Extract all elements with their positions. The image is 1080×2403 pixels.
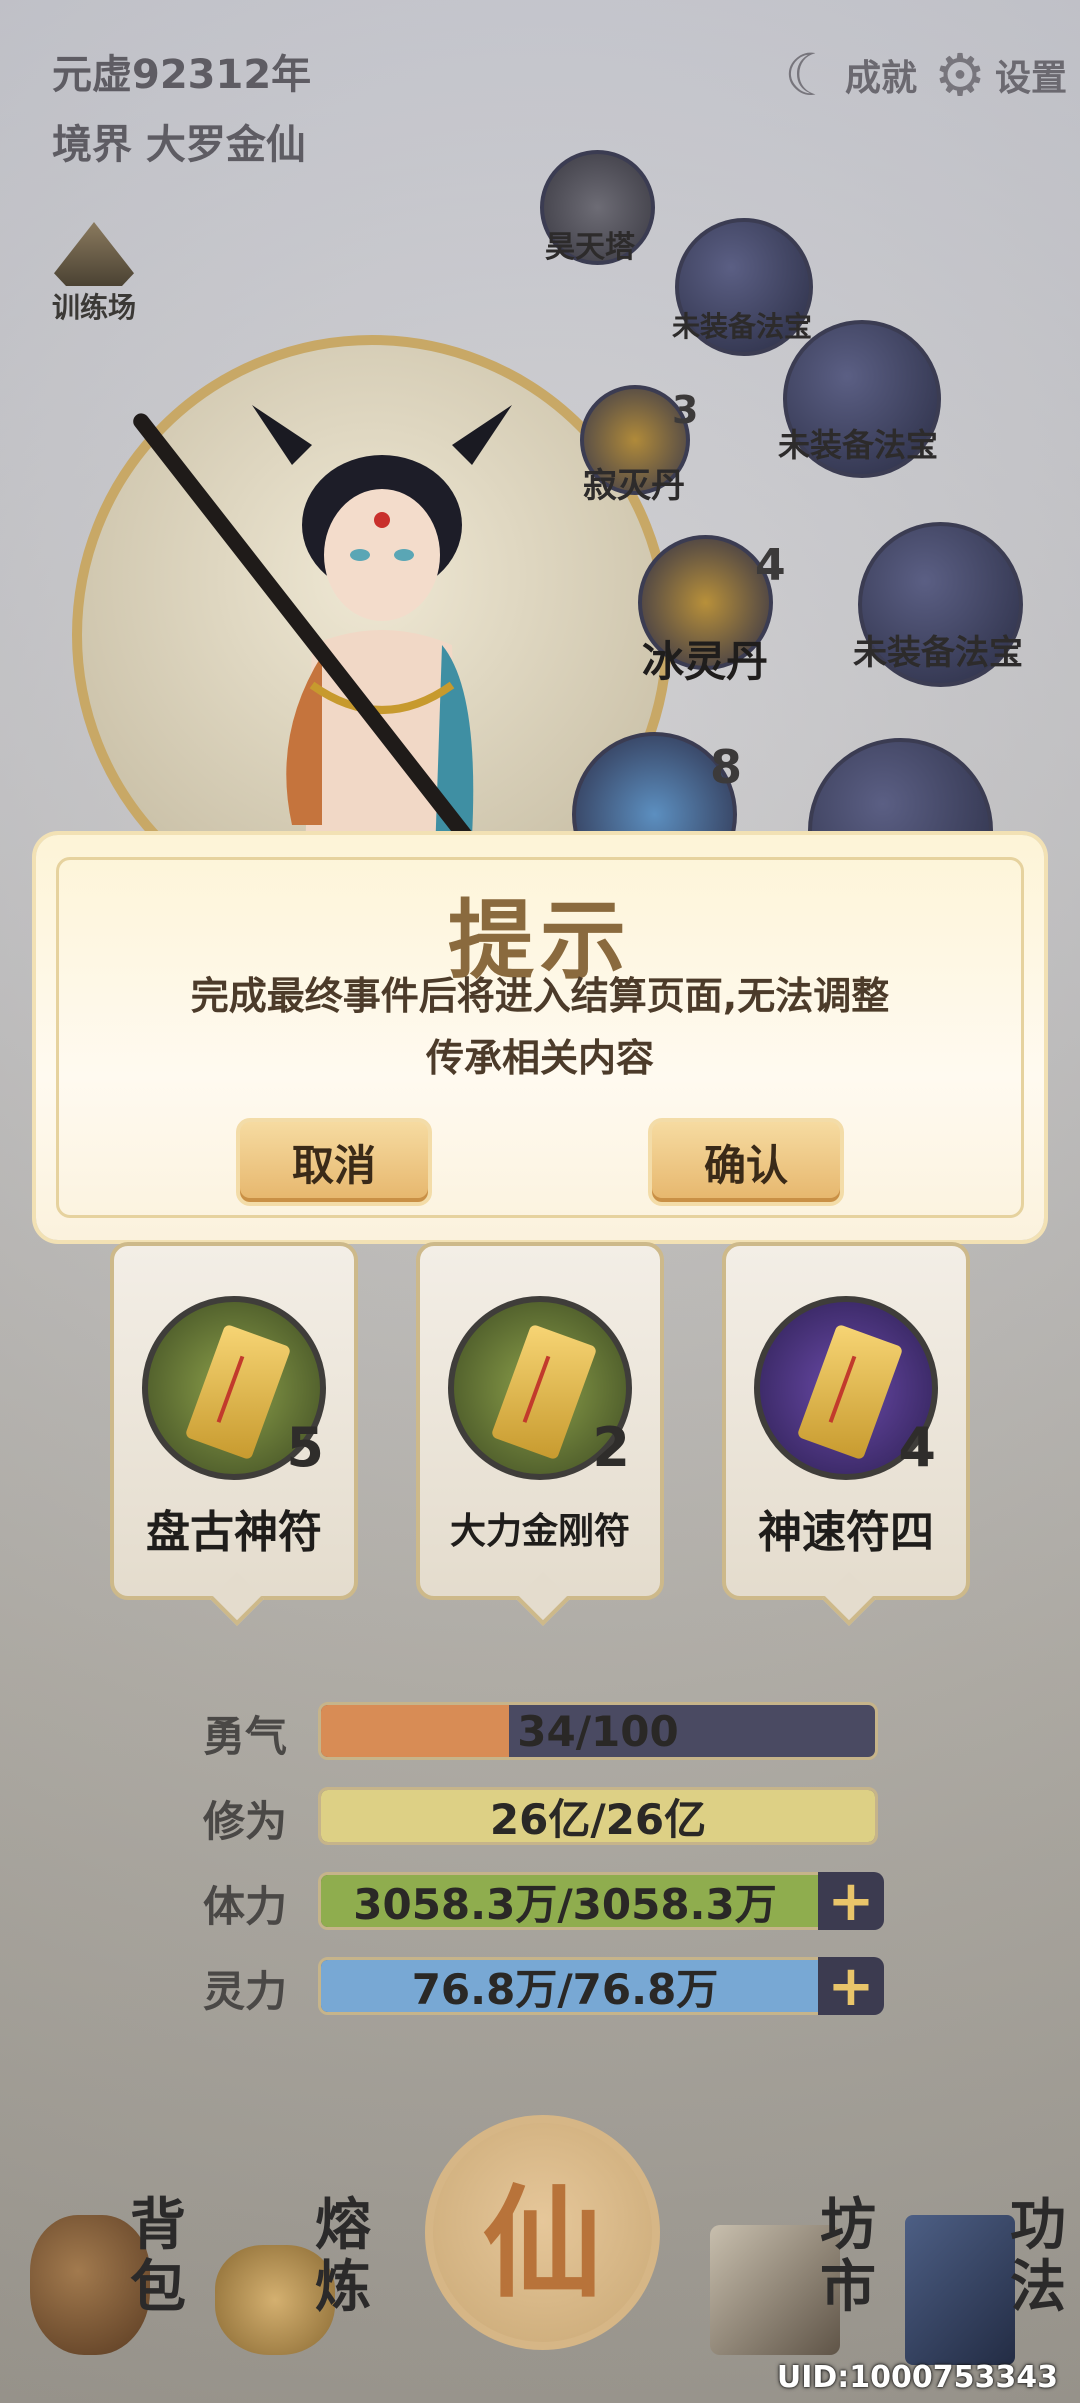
straw-hat-icon [54, 222, 134, 286]
achievements-button[interactable]: ☾ 成就 [775, 40, 917, 110]
nav-bag-button[interactable]: 背包 [20, 2185, 190, 2385]
header-info: 元虚92312年 境界 大罗金仙 [52, 40, 311, 180]
nav-market-button[interactable]: 坊市 [705, 2185, 885, 2385]
confirm-button[interactable]: 确认 [648, 1118, 844, 1206]
spirit-value: 76.8万/76.8万 [411, 1964, 719, 2014]
talisman-card-1[interactable]: 5 盘古神符 [110, 1242, 358, 1600]
stat-label-courage: 勇气 [203, 1712, 288, 1761]
talisman-count: 5 [286, 1416, 324, 1479]
nav-market-label: 坊市 [820, 2193, 876, 2320]
stamina-bar: 3058.3万/3058.3万 [318, 1872, 878, 1930]
stat-label-spirit: 灵力 [203, 1967, 288, 2016]
talisman-card-2[interactable]: 2 大力金刚符 [416, 1242, 664, 1600]
artifact-slot-1-label: 昊天塔 [545, 230, 635, 265]
artifact-slot-7-count: 8 [710, 740, 743, 794]
stat-label-stamina: 体力 [203, 1882, 288, 1931]
artifact-slot-6-label: 未装备法宝 [853, 633, 1023, 673]
talisman-count: 4 [898, 1416, 936, 1479]
artifact-slot-2-label: 未装备法宝 [672, 310, 813, 343]
cultivation-bar: 26亿/26亿 [318, 1787, 878, 1845]
talisman-name: 盘古神符 [146, 1507, 322, 1558]
dialog-message-line-2: 传承相关内容 [425, 1036, 654, 1080]
realm-text: 境界 大罗金仙 [52, 122, 306, 168]
achievements-label: 成就 [845, 58, 918, 99]
courage-bar: 34/100 [318, 1702, 878, 1760]
talisman-card-3[interactable]: 4 神速符四 [722, 1242, 970, 1600]
confirm-dialog: 提示 完成最终事件后将进入结算页面,无法调整 传承相关内容 取消 确认 [36, 835, 1044, 1240]
cultivation-value: 26亿/26亿 [489, 1794, 707, 1844]
add-stamina-button[interactable]: + [818, 1869, 884, 1934]
gear-icon: ⚙ [934, 41, 986, 109]
talisman-count: 2 [592, 1416, 630, 1479]
courage-value: 34/100 [517, 1706, 679, 1756]
stamina-value: 3058.3万/3058.3万 [353, 1879, 777, 1929]
dialog-message-line-1: 完成最终事件后将进入结算页面,无法调整 [190, 974, 890, 1018]
nav-refine-label: 熔炼 [315, 2193, 371, 2320]
training-ground-button[interactable]: 训练场 [52, 222, 136, 326]
spirit-bar: 76.8万/76.8万 [318, 1957, 878, 2015]
artifact-slot-3-count: 3 [672, 388, 699, 432]
book-icon [905, 2215, 1015, 2365]
user-id: UID:1000753343 [776, 2360, 1058, 2395]
immortal-center-button[interactable]: 仙 [425, 2115, 660, 2350]
moon-star-icon: ☾ [784, 41, 836, 109]
training-ground-label: 训练场 [52, 291, 137, 324]
artifact-slot-5-count: 4 [755, 540, 786, 591]
nav-refine-button[interactable]: 熔炼 [205, 2185, 385, 2385]
settings-label: 设置 [995, 58, 1068, 99]
stat-label-cultivation: 修为 [203, 1797, 288, 1846]
cancel-button[interactable]: 取消 [236, 1118, 432, 1206]
add-spirit-button[interactable]: + [818, 1954, 884, 2019]
talisman-name: 大力金刚符 [449, 1511, 630, 1552]
talisman-name: 神速符四 [758, 1507, 934, 1558]
artifact-slot-5-label: 冰灵丹 [642, 637, 769, 686]
dialog-message: 完成最终事件后将进入结算页面,无法调整 传承相关内容 [96, 965, 984, 1089]
nav-skills-button[interactable]: 功法 [900, 2185, 1070, 2385]
nav-bag-label: 背包 [130, 2193, 186, 2320]
era-text: 元虚92312年 [52, 52, 312, 98]
nav-skills-label: 功法 [1010, 2193, 1066, 2320]
artifact-slot-3-label: 寂灭丹 [583, 466, 685, 506]
settings-button[interactable]: ⚙ 设置 [925, 40, 1067, 110]
artifact-slot-4-label: 未装备法宝 [778, 426, 939, 464]
